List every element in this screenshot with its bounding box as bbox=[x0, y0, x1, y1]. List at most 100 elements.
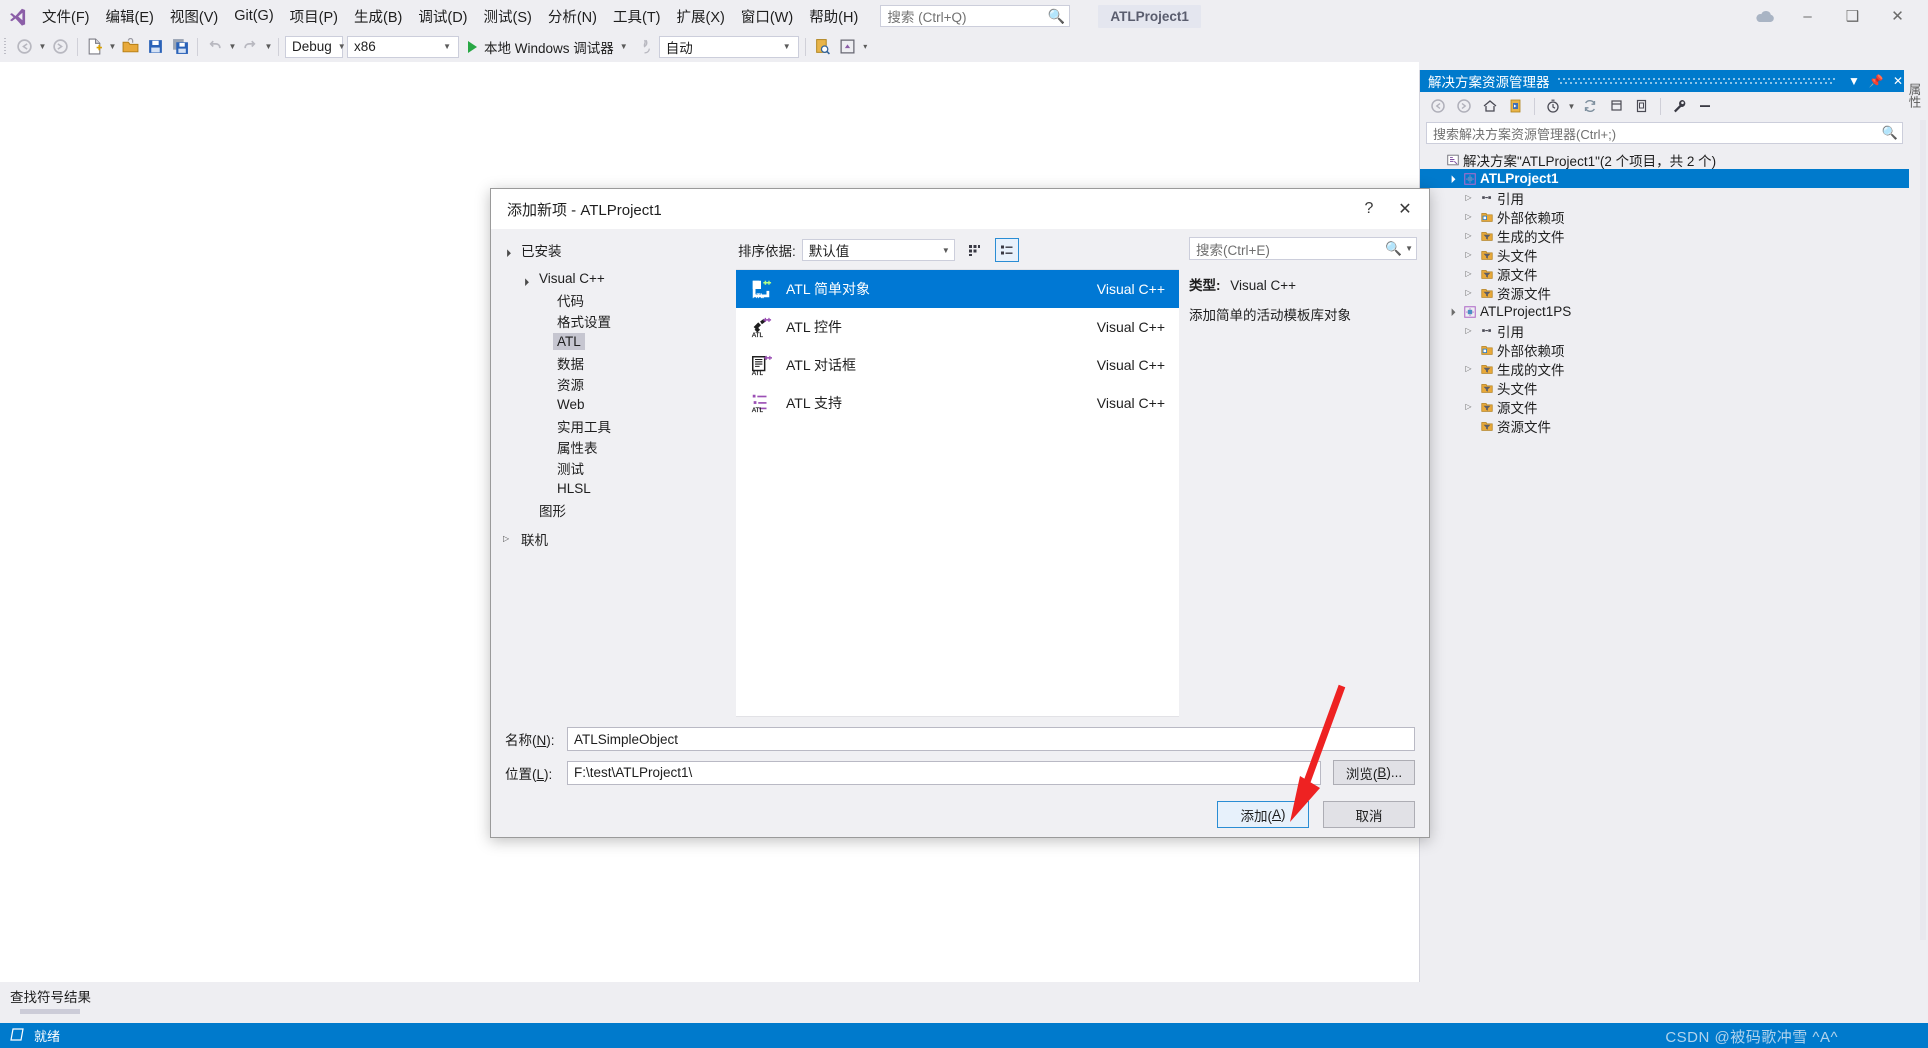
template-list-item[interactable]: ATL ATL 控件 Visual C++ bbox=[736, 308, 1179, 346]
new-item-icon[interactable] bbox=[82, 35, 107, 59]
category-tree-item[interactable]: HLSL bbox=[503, 478, 736, 499]
navigate-forward-icon[interactable] bbox=[48, 35, 73, 59]
open-folder-icon[interactable] bbox=[118, 35, 143, 59]
list-view-icon[interactable] bbox=[994, 238, 1019, 262]
solution-tree-item[interactable]: ▷ 引用 bbox=[1420, 188, 1909, 207]
category-tree-item[interactable]: ◢ Visual C++ bbox=[503, 268, 736, 289]
collapsed-twisty-icon[interactable]: ▷ bbox=[503, 534, 517, 543]
menu-analyze[interactable]: 分析(N) bbox=[540, 2, 605, 31]
menu-project[interactable]: 项目(P) bbox=[282, 2, 346, 31]
save-icon[interactable] bbox=[143, 35, 168, 59]
redo-icon[interactable] bbox=[238, 35, 263, 59]
properties-vertical-tab[interactable]: 属性 bbox=[1904, 64, 1924, 126]
menu-tools[interactable]: 工具(T) bbox=[605, 2, 669, 31]
new-item-dropdown-icon[interactable]: ▼ bbox=[107, 35, 118, 59]
maximize-button[interactable]: ❑ bbox=[1830, 1, 1875, 31]
menu-window[interactable]: 窗口(W) bbox=[733, 2, 801, 31]
close-button[interactable]: ✕ bbox=[1875, 1, 1920, 31]
sync-with-active-document-icon[interactable] bbox=[1503, 94, 1529, 118]
minimize-button[interactable]: – bbox=[1785, 1, 1830, 31]
pin-icon[interactable]: 📌 bbox=[1865, 70, 1887, 92]
solution-tree-item[interactable]: ▷ 头文件 bbox=[1420, 245, 1909, 264]
home-icon[interactable] bbox=[1477, 94, 1503, 118]
menu-build[interactable]: 生成(B) bbox=[346, 2, 410, 31]
solution-platform-combo[interactable]: x86 ▼ bbox=[347, 35, 459, 58]
solution-tree-item[interactable]: ◢ ATLProject1 bbox=[1420, 169, 1909, 188]
collapsed-twisty-icon[interactable]: ▷ bbox=[1460, 212, 1477, 221]
category-tree-item[interactable]: 属性表 bbox=[503, 436, 736, 457]
help-question-icon[interactable]: ? bbox=[1351, 194, 1387, 224]
start-debugging-button[interactable]: 本地 Windows 调试器 ▼ bbox=[461, 35, 632, 59]
chevron-down-icon[interactable]: ▼ bbox=[1843, 70, 1865, 92]
menu-edit[interactable]: 编辑(E) bbox=[98, 2, 162, 31]
menu-git[interactable]: Git(G) bbox=[226, 4, 281, 28]
find-symbol-results-title[interactable]: 查找符号结果 bbox=[10, 986, 91, 1006]
category-tree-item[interactable]: 资源 bbox=[503, 373, 736, 394]
solution-tree-item[interactable]: 资源文件 bbox=[1420, 416, 1909, 435]
collapsed-twisty-icon[interactable]: ▷ bbox=[1460, 193, 1477, 202]
navigate-back-icon[interactable] bbox=[12, 35, 37, 59]
solution-tree-item[interactable]: 解决方案"ATLProject1"(2 个项目，共 2 个) bbox=[1420, 150, 1909, 169]
menu-file[interactable]: 文件(F) bbox=[34, 2, 98, 31]
category-tree-item[interactable]: ▷ 联机 bbox=[503, 528, 736, 549]
location-input[interactable]: F:\test\ATLProject1\ ▼ bbox=[567, 760, 1321, 785]
template-list-item[interactable]: ATL ATL 简单对象 Visual C++ bbox=[736, 270, 1179, 308]
solution-tree-item[interactable]: ▷ 源文件 bbox=[1420, 397, 1909, 416]
solution-tree-item[interactable]: ▷ 生成的文件 bbox=[1420, 359, 1909, 378]
undo-dropdown-icon[interactable]: ▼ bbox=[227, 35, 238, 59]
collapse-all-icon[interactable] bbox=[1603, 94, 1629, 118]
collapsed-twisty-icon[interactable]: ▷ bbox=[1460, 402, 1477, 411]
expanded-twisty-icon[interactable]: ◢ bbox=[520, 271, 536, 287]
collapsed-twisty-icon[interactable]: ▷ bbox=[1460, 231, 1477, 240]
solution-tree-item[interactable]: ▷ 引用 bbox=[1420, 321, 1909, 340]
hot-reload-icon[interactable] bbox=[632, 35, 657, 59]
menu-test[interactable]: 测试(S) bbox=[476, 2, 540, 31]
menu-view[interactable]: 视图(V) bbox=[162, 2, 226, 31]
dialog-close-icon[interactable]: ✕ bbox=[1387, 194, 1423, 224]
back-icon[interactable] bbox=[1425, 94, 1451, 118]
quick-search-input[interactable]: 搜索 (Ctrl+Q) 🔍 bbox=[880, 5, 1071, 27]
category-tree-item[interactable]: 代码 bbox=[503, 289, 736, 310]
toolbar-overflow-icon[interactable]: ▾ bbox=[860, 35, 871, 59]
pending-changes-icon[interactable] bbox=[1540, 94, 1566, 118]
solution-tree-item[interactable]: 头文件 bbox=[1420, 378, 1909, 397]
save-all-icon[interactable] bbox=[168, 35, 193, 59]
category-tree-item[interactable]: 图形 bbox=[503, 499, 736, 520]
category-tree-item[interactable]: 数据 bbox=[503, 352, 736, 373]
grid-view-icon[interactable] bbox=[963, 238, 987, 262]
collapsed-twisty-icon[interactable]: ▷ bbox=[1460, 326, 1477, 335]
back-dropdown-icon[interactable]: ▼ bbox=[37, 35, 48, 59]
solution-tree-item[interactable]: ◢ ATLProject1PS bbox=[1420, 302, 1909, 321]
menu-debug[interactable]: 调试(D) bbox=[410, 2, 475, 31]
collapsed-twisty-icon[interactable]: ▷ bbox=[1460, 364, 1477, 373]
category-tree-item[interactable]: 格式设置 bbox=[503, 310, 736, 331]
solution-tree-item[interactable]: ▷ 源文件 bbox=[1420, 264, 1909, 283]
pending-changes-dropdown-icon[interactable]: ▼ bbox=[1566, 94, 1577, 118]
redo-dropdown-icon[interactable]: ▼ bbox=[263, 35, 274, 59]
solution-tree-item[interactable]: ▷ 外部依赖项 bbox=[1420, 207, 1909, 226]
collapsed-twisty-icon[interactable]: ▷ bbox=[1460, 250, 1477, 259]
settings-window-icon[interactable] bbox=[835, 35, 860, 59]
find-in-files-icon[interactable] bbox=[810, 35, 835, 59]
properties-wrench-icon[interactable] bbox=[1666, 94, 1692, 118]
solution-tree-item[interactable]: 外部依赖项 bbox=[1420, 340, 1909, 359]
template-list-item[interactable]: ATL ATL 对话框 Visual C++ bbox=[736, 346, 1179, 384]
template-list-item[interactable]: ATL ATL 支持 Visual C++ bbox=[736, 384, 1179, 422]
solution-tree-item[interactable]: ▷ 资源文件 bbox=[1420, 283, 1909, 302]
expanded-twisty-icon[interactable]: ◢ bbox=[1443, 303, 1461, 321]
undo-icon[interactable] bbox=[202, 35, 227, 59]
refresh-icon[interactable] bbox=[1577, 94, 1603, 118]
menu-help[interactable]: 帮助(H) bbox=[801, 2, 866, 31]
solution-tree-item[interactable]: ▷ 生成的文件 bbox=[1420, 226, 1909, 245]
solution-explorer-search-input[interactable]: 搜索解决方案资源管理器(Ctrl+;) 🔍 bbox=[1426, 122, 1903, 144]
collapsed-twisty-icon[interactable]: ▷ bbox=[1460, 288, 1477, 297]
forward-icon[interactable] bbox=[1451, 94, 1477, 118]
category-tree-item[interactable]: 测试 bbox=[503, 457, 736, 478]
show-all-files-icon[interactable] bbox=[1629, 94, 1655, 118]
solution-configuration-combo[interactable]: Debug ▼ bbox=[285, 35, 346, 58]
toolbar-grip[interactable] bbox=[4, 37, 12, 57]
category-tree-item[interactable]: ◢ 已安装 bbox=[503, 239, 736, 260]
template-search-input[interactable]: 搜索(Ctrl+E) 🔍 ▼ bbox=[1189, 237, 1417, 260]
process-combo[interactable]: 自动 ▼ bbox=[658, 35, 799, 58]
collapsed-twisty-icon[interactable]: ▷ bbox=[1460, 269, 1477, 278]
